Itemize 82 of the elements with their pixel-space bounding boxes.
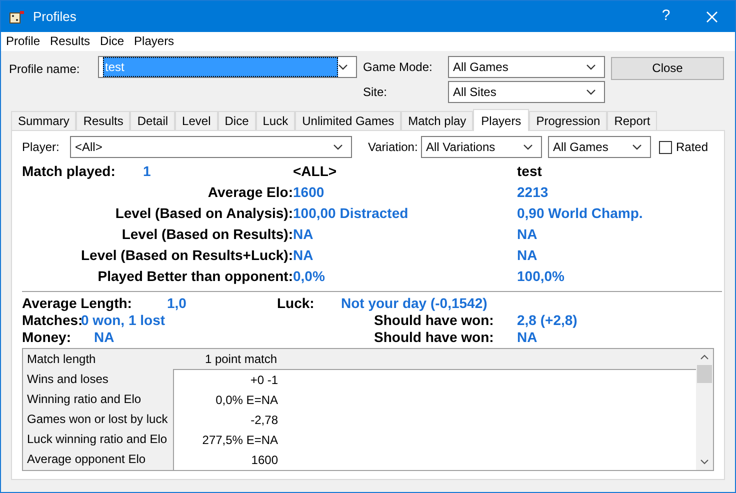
scroll-up-icon[interactable] <box>700 354 709 360</box>
table-cell-text: Luck winning ratio and Elo <box>27 431 168 448</box>
stat-label: Match played: <box>22 162 116 181</box>
stat-value: NA <box>293 225 314 244</box>
tab[interactable]: Summary <box>11 111 76 130</box>
scrollbar-thumb[interactable] <box>697 365 712 383</box>
stat-label: Average Elo: <box>206 183 293 202</box>
stat-label: Level (Based on Results): <box>120 225 293 244</box>
menu-item[interactable]: Profile <box>1 32 46 50</box>
dice-app-icon <box>9 8 25 24</box>
dropdown-chevron-icon <box>632 144 642 150</box>
stat-value: 0,0% <box>293 267 326 286</box>
stat-value: 2,8 (+2,8) <box>517 312 578 329</box>
stat-value: 0 won, 1 lost <box>81 312 166 329</box>
stat-value: 1 <box>143 162 152 181</box>
table-cell-text: 277,5% E=NA <box>201 432 278 449</box>
field-label: Player: <box>22 139 60 156</box>
stat-label: Matches: <box>22 312 81 329</box>
field-label: Game Mode: <box>363 58 434 76</box>
stat-label: Money: <box>22 329 72 346</box>
dropdown-chevron-icon <box>338 64 348 70</box>
table-cell-text: 1600 <box>250 452 278 469</box>
stat-label: Luck: <box>277 295 316 312</box>
tab[interactable]: Report <box>607 111 658 130</box>
menu-item[interactable]: Results <box>45 32 96 50</box>
column-heading: <ALL> <box>293 162 338 181</box>
menu-item[interactable]: Players <box>129 32 180 50</box>
rated-checkbox[interactable]: Rated <box>659 138 708 156</box>
stat-value: NA <box>517 225 538 244</box>
scroll-down-icon[interactable] <box>700 459 709 465</box>
tab[interactable]: Dice <box>218 111 256 130</box>
game-mode-dropdown[interactable]: All Games <box>448 56 605 78</box>
table-cell-text: Games won or lost by luck <box>27 411 169 428</box>
window-title: Profiles <box>33 8 76 26</box>
stat-label: Played Better than opponent: <box>96 267 293 286</box>
table-cell-text: Average opponent Elo <box>27 451 147 468</box>
stat-value: NA <box>94 329 116 346</box>
stat-label: Should have won: <box>374 312 495 329</box>
table-cell-text: Match length <box>27 351 97 368</box>
stat-value: 100,0% <box>517 267 564 286</box>
tab[interactable]: Detail <box>130 111 176 130</box>
tab[interactable]: Progression <box>529 111 608 130</box>
table-cell-text: 1 point match <box>204 351 277 368</box>
table-cell-text: -2,78 <box>250 412 278 429</box>
stat-label: Level (Based on Analysis): <box>114 204 293 223</box>
field-label: Site: <box>363 84 388 101</box>
tab[interactable]: Level <box>175 111 218 130</box>
help-button[interactable]: ? <box>643 1 689 32</box>
stat-value: 2213 <box>517 183 548 202</box>
stat-label: Average Length: <box>22 295 133 312</box>
tab[interactable]: Players <box>473 109 530 131</box>
table-cell-text: Winning ratio and Elo <box>27 391 142 408</box>
site-dropdown[interactable]: All Sites <box>448 80 605 103</box>
stat-value: 1600 <box>293 183 326 202</box>
variation-dropdown[interactable]: All Variations <box>421 136 542 158</box>
table-cell-text: 0,0% E=NA <box>214 392 278 409</box>
stat-value: 0,90 World Champ. <box>517 204 643 223</box>
games-dropdown[interactable]: All Games <box>548 136 651 158</box>
close-button[interactable]: Close <box>611 56 724 80</box>
table-cell-text: Wins and loses <box>27 371 110 388</box>
dropdown-chevron-icon <box>586 88 596 95</box>
tab[interactable]: Unlimited Games <box>295 111 402 130</box>
menu-item[interactable]: Dice <box>95 32 130 50</box>
dropdown-chevron-icon <box>523 144 533 150</box>
tab[interactable]: Results <box>76 111 130 130</box>
stat-value: NA <box>517 329 538 346</box>
column-heading: test <box>517 162 542 181</box>
tab[interactable]: Match play <box>401 111 474 130</box>
stat-value: NA <box>517 246 538 265</box>
stat-value: 1,0 <box>167 295 188 312</box>
stat-value: Not your day (-0,1542) <box>341 295 488 312</box>
player-dropdown[interactable]: <All> <box>70 136 352 158</box>
field-label: Variation: <box>368 139 419 156</box>
stat-value: 100,00 Distracted <box>293 204 410 223</box>
dropdown-chevron-icon <box>586 64 596 70</box>
stat-label: Should have won: <box>374 329 495 346</box>
table-cell-text: +0 -1 <box>249 372 278 389</box>
stat-label: Level (Based on Results+Luck): <box>80 246 293 265</box>
dropdown-chevron-icon <box>333 144 343 150</box>
tab[interactable]: Luck <box>256 111 296 130</box>
field-label: Profile name: <box>9 60 81 78</box>
stat-value: NA <box>293 246 314 265</box>
